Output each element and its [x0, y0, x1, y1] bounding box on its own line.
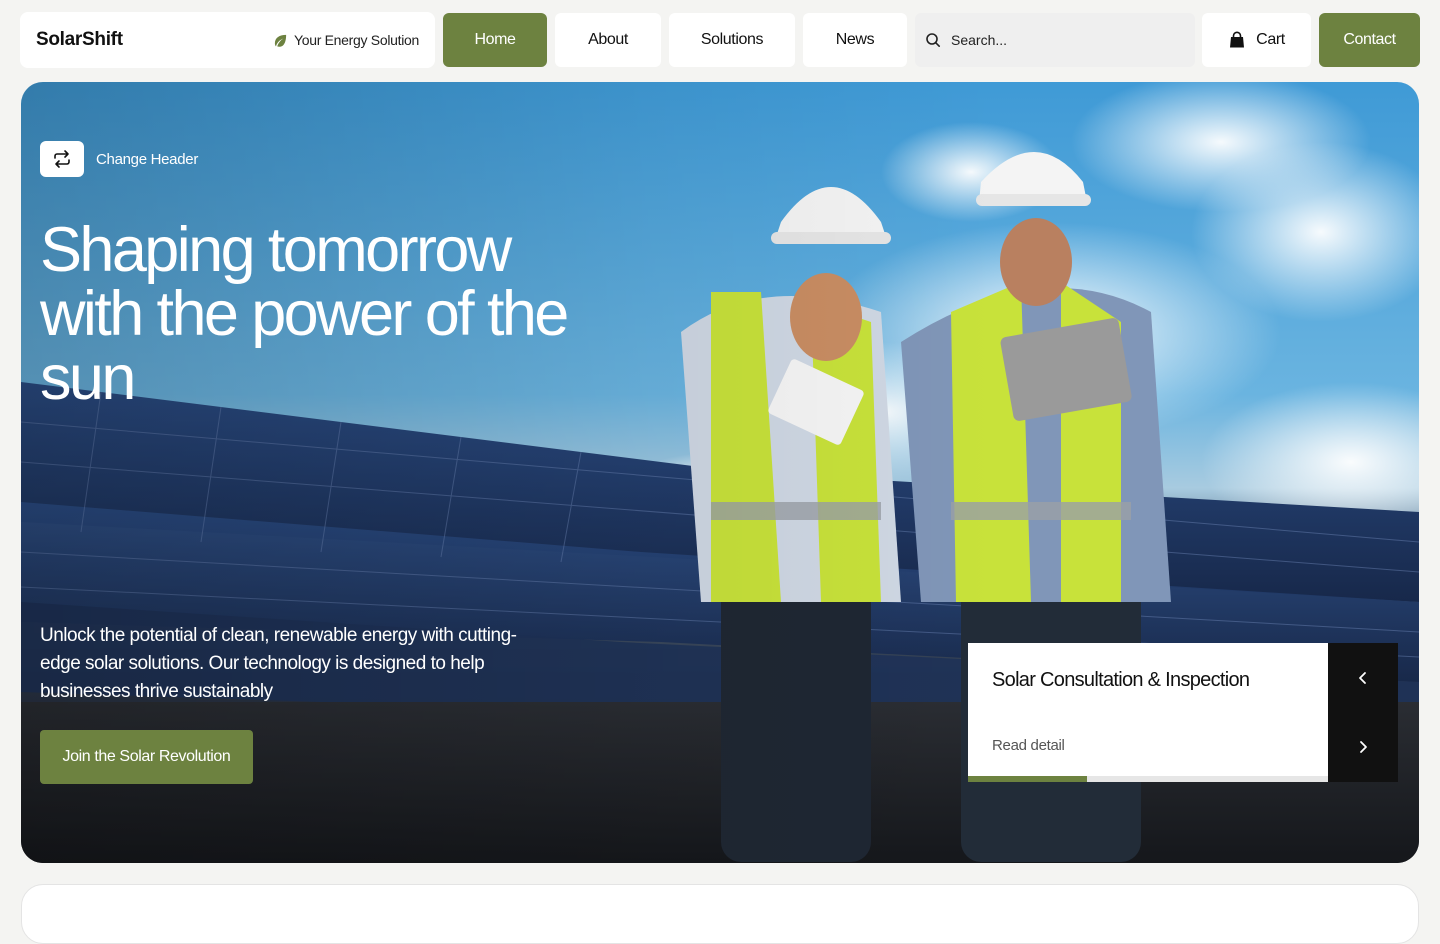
shopping-bag-icon [1230, 31, 1245, 48]
hero-title: Shaping tomorrow with the power of the s… [40, 215, 569, 413]
chevron-left-icon [1359, 671, 1366, 684]
change-header-button[interactable] [40, 141, 84, 177]
top-navigation: SolarShift Your Energy Solution Home Abo… [20, 12, 1420, 68]
slide-card: Solar Consultation & Inspection Read det… [968, 643, 1328, 782]
cart-label: Cart [1256, 31, 1285, 48]
slide-title: Solar Consultation & Inspection [992, 669, 1250, 691]
hero-banner: Change Header Shaping tomorrow with the … [21, 82, 1419, 863]
search-box[interactable] [915, 13, 1195, 67]
change-header-label: Change Header [96, 150, 199, 168]
slide-progress-fill [968, 776, 1087, 782]
prev-slide-button[interactable] [1328, 643, 1398, 713]
repeat-icon [54, 150, 70, 168]
leaf-icon [274, 34, 287, 47]
hero-description: Unlock the potential of clean, renewable… [40, 625, 517, 702]
tagline-text: Your Energy Solution [293, 32, 419, 48]
nav-solutions[interactable]: Solutions [669, 13, 795, 67]
slide-progress-bar [968, 776, 1328, 782]
contact-button[interactable]: Contact [1319, 13, 1420, 67]
nav-about[interactable]: About [555, 13, 661, 67]
next-section-card [21, 884, 1419, 944]
search-icon [926, 33, 940, 47]
nav-news[interactable]: News [803, 13, 907, 67]
change-header-control[interactable]: Change Header [40, 141, 198, 177]
brand-logo-text[interactable]: SolarShift [36, 29, 123, 51]
read-detail-link[interactable]: Read detail [992, 737, 1065, 754]
nav-home[interactable]: Home [443, 13, 547, 67]
next-slide-button[interactable] [1328, 713, 1398, 783]
cart-button[interactable]: Cart [1202, 13, 1311, 67]
chevron-right-icon [1360, 741, 1367, 754]
join-solar-revolution-button[interactable]: Join the Solar Revolution [40, 730, 253, 784]
search-input[interactable] [951, 32, 1171, 48]
brand-tagline: Your Energy Solution [273, 32, 419, 48]
slide-controls [1328, 643, 1398, 782]
brand-block: SolarShift Your Energy Solution [20, 12, 435, 68]
